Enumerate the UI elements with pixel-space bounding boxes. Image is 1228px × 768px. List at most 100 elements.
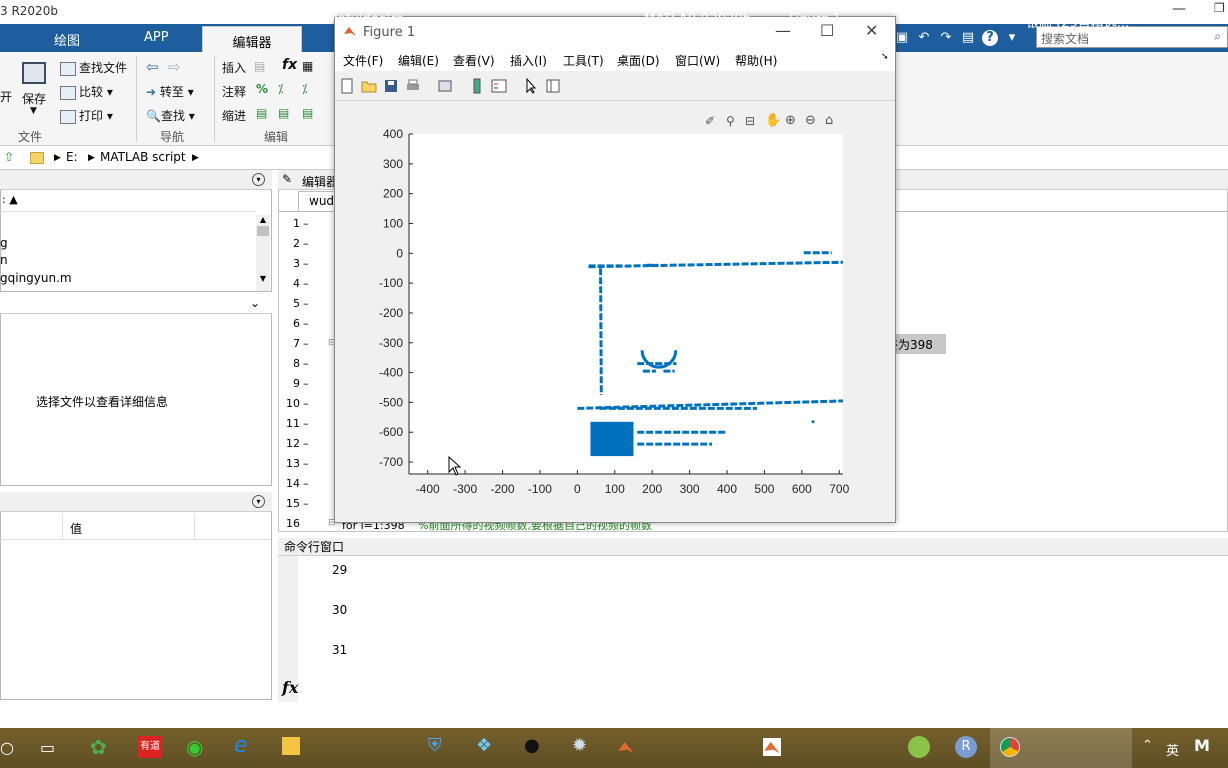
- tab-apps[interactable]: APP: [144, 30, 169, 45]
- taskbar-explorer-label[interactable]: D:\Matvideo\ro...: [308, 12, 416, 27]
- r-app-icon[interactable]: R: [955, 736, 977, 758]
- folder-scrollbar[interactable]: ▲ ▼: [256, 215, 270, 291]
- back-arrow-icon[interactable]: ⇦: [146, 58, 159, 76]
- decrease-indent-icon[interactable]: ▤: [302, 106, 313, 120]
- name-column-header[interactable]: : ▲: [0, 190, 256, 212]
- print-button[interactable]: 打印 ▾: [60, 107, 113, 124]
- tab-editor[interactable]: 编辑器: [202, 26, 302, 52]
- goto-button[interactable]: ➜ 转至 ▾: [146, 83, 194, 100]
- chevron-down-icon[interactable]: ⌄: [250, 296, 260, 310]
- tab-plots[interactable]: 绘图: [54, 30, 80, 49]
- y-tick-label: -300: [379, 336, 403, 350]
- line-number: 6: [293, 317, 300, 330]
- command-window[interactable]: [278, 556, 1228, 702]
- column-divider[interactable]: [194, 514, 195, 540]
- breakpoint-dash[interactable]: –: [303, 217, 309, 230]
- breakpoint-dash[interactable]: –: [303, 277, 309, 290]
- task-view-icon[interactable]: ▭: [40, 738, 55, 757]
- youdao-dict-icon[interactable]: 有道: [138, 736, 162, 758]
- find-files-button[interactable]: 查找文件: [60, 59, 127, 76]
- forward-arrow-icon[interactable]: ⇨: [168, 58, 181, 76]
- options-icon[interactable]: ▾: [1004, 30, 1020, 46]
- command-window-header: 命令行窗口: [278, 538, 1228, 556]
- breakpoint-dash[interactable]: –: [303, 237, 309, 250]
- save-quick-icon[interactable]: ▣: [894, 30, 910, 46]
- window-layout-icon[interactable]: ▤: [960, 30, 976, 46]
- file-item[interactable]: gqingyun.m: [0, 271, 72, 285]
- editor-file-tab[interactable]: wud: [298, 191, 338, 212]
- command-prompt-fx[interactable]: fx: [282, 678, 298, 697]
- uncomment-icon[interactable]: ⁒: [302, 82, 307, 96]
- internet-explorer-icon[interactable]: e: [234, 733, 248, 758]
- chrome-icon[interactable]: [1000, 737, 1020, 757]
- comment-button[interactable]: 注释: [222, 83, 246, 100]
- ime-indicator[interactable]: 英: [1166, 740, 1179, 759]
- figure-window[interactable]: Figure 1 — ☐ ✕ 文件(F) 编辑(E) 查看(V) 插入(I) 工…: [334, 16, 896, 523]
- indent-button[interactable]: 缩进: [222, 107, 246, 124]
- breakpoint-dash[interactable]: –: [303, 297, 309, 310]
- scroll-thumb[interactable]: [257, 226, 269, 236]
- matlab-taskbar-icon[interactable]: [616, 738, 636, 756]
- breakpoint-dash[interactable]: –: [303, 317, 309, 330]
- search-circle-icon[interactable]: ○: [0, 738, 14, 757]
- taskbar-chrome-label[interactable]: 银临 (29首精选...: [1026, 12, 1129, 31]
- search-icon[interactable]: ⌕: [1214, 29, 1221, 44]
- qq-penguin-icon[interactable]: ●: [524, 735, 540, 756]
- compare-button[interactable]: 比较 ▾: [60, 83, 113, 100]
- save-button[interactable]: 保存: [22, 90, 46, 107]
- redo-icon[interactable]: ↷: [938, 30, 954, 46]
- undo-icon[interactable]: ↶: [916, 30, 932, 46]
- figure-taskbar-icon[interactable]: [762, 738, 782, 756]
- file-item[interactable]: g: [0, 236, 8, 250]
- wechat-icon[interactable]: ◉: [186, 735, 203, 759]
- help-icon[interactable]: ?: [982, 30, 998, 46]
- breakpoint-dash[interactable]: –: [303, 397, 309, 410]
- scroll-down-icon[interactable]: ▼: [256, 274, 270, 283]
- line-number: 16: [286, 517, 300, 530]
- breakpoint-dash[interactable]: –: [303, 477, 309, 490]
- security-shield-icon[interactable]: ⛨: [428, 735, 442, 756]
- comment-wrap-icon[interactable]: ⁒: [278, 82, 283, 96]
- insert-function-icon[interactable]: ▦: [302, 59, 313, 73]
- file-item[interactable]: n: [0, 253, 8, 267]
- green-app-icon[interactable]: [908, 736, 930, 758]
- breakpoint-dash[interactable]: –: [303, 417, 309, 430]
- file-explorer-icon[interactable]: [282, 737, 300, 755]
- comment-percent-icon[interactable]: %: [256, 82, 268, 96]
- save-dropdown-icon[interactable]: ▼: [30, 106, 37, 116]
- open-button[interactable]: 开: [0, 88, 12, 105]
- path-folder[interactable]: MATLAB script: [100, 150, 186, 164]
- panel-menu-icon[interactable]: ▾: [252, 173, 265, 186]
- fx-button[interactable]: fx: [282, 57, 297, 73]
- taskbar-matlab-label[interactable]: MATLAB R2020b: [644, 12, 751, 27]
- column-divider[interactable]: [62, 514, 63, 540]
- app-flower-icon[interactable]: ✿: [90, 735, 107, 759]
- cloud-app-icon[interactable]: ❖: [476, 735, 492, 756]
- value-column-header[interactable]: 值: [70, 520, 82, 537]
- up-folder-icon[interactable]: ⇧: [4, 150, 14, 164]
- panel-menu-icon[interactable]: ▾: [252, 495, 265, 508]
- line-number: 4: [293, 277, 300, 290]
- tray-chevron-up-icon[interactable]: ⌃: [1142, 738, 1153, 753]
- scroll-up-icon[interactable]: ▲: [256, 215, 270, 224]
- save-icon[interactable]: [22, 62, 46, 84]
- restore-icon[interactable]: ❐: [1214, 1, 1225, 15]
- breakpoint-dash[interactable]: –: [303, 337, 309, 350]
- path-drive[interactable]: E:: [66, 150, 78, 164]
- minimize-icon[interactable]: —: [1172, 1, 1186, 17]
- breakpoint-dash[interactable]: –: [303, 257, 309, 270]
- find-button[interactable]: 🔍查找 ▾: [146, 107, 195, 124]
- insert-section-icon[interactable]: ▤: [254, 59, 265, 73]
- insert-button[interactable]: 插入: [222, 59, 246, 76]
- smart-indent-icon[interactable]: ▤: [256, 106, 267, 120]
- input-method-m-icon[interactable]: M: [1194, 736, 1210, 755]
- breakpoint-dash[interactable]: –: [303, 457, 309, 470]
- breakpoint-dash[interactable]: –: [303, 377, 309, 390]
- scatter-plot[interactable]: 400 300 200 100 0 -100 -200 -300 -400 -500 -600 -70…: [335, 17, 895, 522]
- breakpoint-dash[interactable]: –: [303, 357, 309, 370]
- breakpoint-dash[interactable]: –: [303, 497, 309, 510]
- taskbar-figure-label[interactable]: Figure 1: [789, 12, 841, 27]
- increase-indent-icon[interactable]: ▤: [278, 106, 289, 120]
- settings-gear-icon[interactable]: ✹: [572, 735, 587, 756]
- breakpoint-dash[interactable]: –: [303, 437, 309, 450]
